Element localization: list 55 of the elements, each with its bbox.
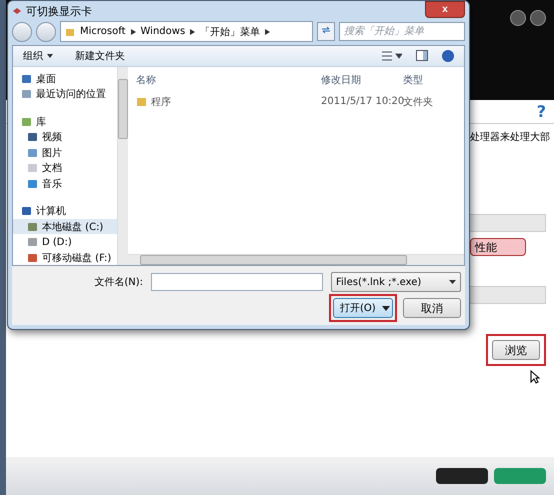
breadcrumb[interactable]: Windows <box>140 26 186 38</box>
breadcrumb[interactable]: 「开始」菜单 <box>200 24 260 39</box>
nav-item[interactable]: 本地磁盘 (C:) <box>13 218 117 234</box>
nav-item[interactable]: 文档 <box>13 160 117 176</box>
refresh-button[interactable] <box>317 22 335 42</box>
nav-item[interactable]: 最近访问的位置 <box>13 86 117 102</box>
chevron-icon <box>130 28 136 35</box>
nav-item[interactable]: 可移动磁盘 (F:) <box>13 250 117 266</box>
chevron-icon <box>190 28 196 35</box>
filename-label: 文件名(N): <box>93 276 143 290</box>
refresh-icon <box>321 25 331 36</box>
toolbar-button[interactable]: 组织 <box>23 48 53 63</box>
nav-item[interactable]: 计算机 <box>13 203 117 219</box>
file-date: 2011/5/17 10:20 <box>321 95 403 109</box>
nav-item[interactable]: 库 <box>13 114 117 130</box>
nav-item[interactable]: D (D:) <box>13 234 117 250</box>
column-header[interactable]: 修改日期 <box>321 72 403 87</box>
column-header[interactable]: 类型 <box>403 72 453 87</box>
dark-button[interactable] <box>436 468 488 484</box>
nav-item[interactable]: 桌面 <box>13 70 117 86</box>
breadcrumb[interactable]: Microsoft <box>80 26 126 38</box>
back-button[interactable] <box>12 22 32 42</box>
scrollbar[interactable] <box>117 66 128 266</box>
app-icon <box>12 6 22 16</box>
nav-item[interactable]: 图片 <box>13 144 117 160</box>
column-header[interactable]: 名称 <box>136 72 321 87</box>
browse-button[interactable]: 浏览 <box>492 340 540 360</box>
preview-pane-icon[interactable] <box>416 50 428 62</box>
file-name[interactable]: 程序 <box>136 94 321 109</box>
filter-dropdown[interactable]: Files(*.lnk ;*.exe) <box>331 272 461 292</box>
performance-button[interactable]: 性能 <box>470 238 526 256</box>
cancel-button[interactable]: 取消 <box>403 298 461 318</box>
toolbar-button[interactable]: 新建文件夹 <box>75 48 125 63</box>
caret-icon <box>382 306 390 311</box>
file-type: 文件夹 <box>403 96 434 109</box>
cursor-icon <box>530 370 540 384</box>
window-title: 可切换显示卡 <box>26 4 93 19</box>
help-icon[interactable]: ? <box>536 102 546 121</box>
view-icon[interactable] <box>382 50 402 61</box>
nav-item[interactable]: 视频 <box>13 129 117 145</box>
folder-icon <box>65 26 75 37</box>
description-text: 处理器来处理大部 <box>470 130 550 144</box>
folder-icon <box>136 96 147 108</box>
scrollbar[interactable] <box>128 254 464 266</box>
open-button[interactable]: 打开(O) <box>333 298 393 318</box>
close-button[interactable]: x <box>425 1 465 18</box>
caret-icon <box>449 280 456 284</box>
forward-button[interactable] <box>36 22 56 42</box>
caret-icon <box>47 54 53 58</box>
search-field[interactable]: 搜索「开始」菜单 <box>339 22 465 42</box>
confirm-button[interactable] <box>494 468 546 484</box>
chevron-icon <box>265 28 270 35</box>
filename-field[interactable] <box>151 273 323 292</box>
nav-item[interactable]: 音乐 <box>13 176 117 192</box>
address-bar[interactable]: Microsoft Windows 「开始」菜单 <box>60 21 313 42</box>
